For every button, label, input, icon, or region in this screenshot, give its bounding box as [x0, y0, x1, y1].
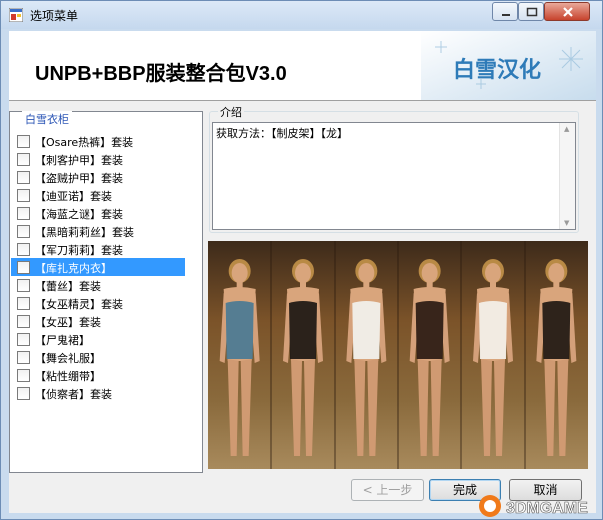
item-label: 【尸鬼裙】: [35, 334, 90, 347]
maximize-button[interactable]: [518, 2, 544, 21]
item-label: 【迪亚诺】套装: [35, 190, 112, 203]
intro-group: 介绍 获取方法：【制皮架】【龙】 ▲ ▼: [209, 104, 579, 233]
list-item[interactable]: 【黑暗莉莉丝】套装: [11, 222, 185, 240]
item-label: 【女巫精灵】套装: [35, 298, 123, 311]
item-checkbox[interactable]: [17, 207, 30, 220]
item-checkbox[interactable]: [17, 243, 30, 256]
minimize-icon: [502, 14, 510, 16]
prev-button[interactable]: < 上一步: [351, 479, 424, 501]
list-item[interactable]: 【女巫精灵】套装: [11, 294, 185, 312]
window-title: 选项菜单: [30, 9, 79, 23]
item-checkbox[interactable]: [17, 153, 30, 166]
intro-legend: 介绍: [218, 104, 244, 120]
watermark-text: 3DMGAME: [506, 500, 588, 517]
app-title: UNPB+BBP服装整合包V3.0: [35, 63, 287, 85]
item-checkbox[interactable]: [17, 135, 30, 148]
3dmgame-watermark: 3DMGAME: [479, 495, 588, 517]
outfit-preview-graphic: [208, 241, 588, 469]
maximize-icon: [526, 7, 538, 17]
list-item[interactable]: 【尸鬼裙】: [11, 330, 185, 348]
list-item[interactable]: 【盗贼护甲】套装: [11, 168, 185, 186]
minimize-button[interactable]: [492, 2, 518, 21]
item-label: 【舞会礼服】: [35, 352, 101, 365]
item-checkbox[interactable]: [17, 225, 30, 238]
item-label: 【刺客护甲】套装: [35, 154, 123, 167]
item-label: 【粘性绷带】: [35, 370, 101, 383]
item-label: 【Osare热裤】套装: [35, 136, 134, 149]
intro-text: 获取方法：【制皮架】【龙】: [216, 127, 348, 140]
list-item[interactable]: 【Osare热裤】套装: [11, 132, 185, 150]
list-item[interactable]: 【女巫】套装: [11, 312, 185, 330]
item-checkbox[interactable]: [17, 315, 30, 328]
scroll-up-icon[interactable]: ▲: [564, 125, 569, 133]
list-item[interactable]: 【海蓝之谜】套装: [11, 204, 185, 222]
close-button[interactable]: [544, 2, 590, 21]
main-window: 选项菜单 UNPB+BBP服装整合包V3.0 白雪汉化 白雪衣柜 【Osare热…: [0, 0, 603, 520]
item-checkbox[interactable]: [17, 333, 30, 346]
item-label: 【黑暗莉莉丝】套装: [35, 226, 134, 239]
item-label: 【侦察者】套装: [35, 388, 112, 401]
header-banner: UNPB+BBP服装整合包V3.0 白雪汉化: [9, 31, 596, 101]
logo-text: 白雪汉化: [453, 57, 541, 83]
scroll-down-icon[interactable]: ▼: [564, 219, 569, 227]
list-item[interactable]: 【刺客护甲】套装: [11, 150, 185, 168]
title-bar[interactable]: 选项菜单: [1, 1, 602, 29]
item-checkbox[interactable]: [17, 189, 30, 202]
item-checkbox[interactable]: [17, 279, 30, 292]
list-item[interactable]: 【粘性绷带】: [11, 366, 185, 384]
dialog-body: UNPB+BBP服装整合包V3.0 白雪汉化 白雪衣柜 【Osare热裤】套装 …: [9, 31, 596, 513]
list-item-selected[interactable]: 【库扎克内衣】: [11, 258, 185, 276]
item-label: 【海蓝之谜】套装: [35, 208, 123, 221]
baixue-logo: 白雪汉化: [421, 31, 596, 100]
list-item[interactable]: 【迪亚诺】套装: [11, 186, 185, 204]
list-item[interactable]: 【蕾丝】套装: [11, 276, 185, 294]
item-label: 【库扎克内衣】: [35, 262, 112, 275]
wardrobe-legend: 白雪衣柜: [22, 111, 72, 127]
item-checkbox[interactable]: [17, 369, 30, 382]
item-label: 【军刀莉莉】套装: [35, 244, 123, 257]
close-icon: [563, 7, 573, 17]
item-checkbox[interactable]: [17, 387, 30, 400]
outfit-preview-image: [208, 241, 588, 469]
intro-textbox[interactable]: 获取方法：【制皮架】【龙】 ▲ ▼: [212, 122, 576, 230]
item-label: 【女巫】套装: [35, 316, 101, 329]
item-checkbox[interactable]: [17, 297, 30, 310]
list-item[interactable]: 【侦察者】套装: [11, 384, 185, 402]
item-checkbox[interactable]: [17, 351, 30, 364]
intro-scrollbar[interactable]: ▲ ▼: [559, 123, 575, 229]
list-item[interactable]: 【舞会礼服】: [11, 348, 185, 366]
list-item[interactable]: 【军刀莉莉】套装: [11, 240, 185, 258]
item-label: 【盗贼护甲】套装: [35, 172, 123, 185]
item-checkbox[interactable]: [17, 171, 30, 184]
item-label: 【蕾丝】套装: [35, 280, 101, 293]
wardrobe-list[interactable]: 白雪衣柜 【Osare热裤】套装 【刺客护甲】套装 【盗贼护甲】套装 【迪亚诺】…: [9, 111, 203, 473]
app-icon: [9, 8, 23, 22]
item-checkbox[interactable]: [17, 261, 30, 274]
